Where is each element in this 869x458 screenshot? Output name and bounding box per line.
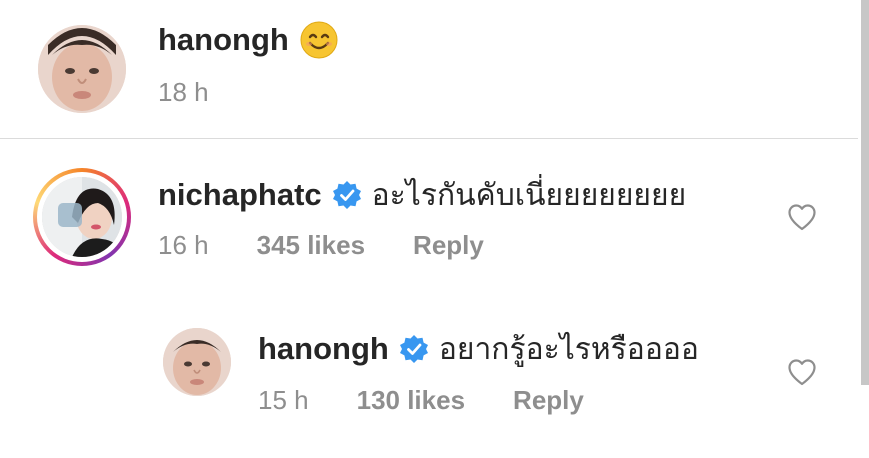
verified-badge-icon [332, 180, 362, 210]
reply-button[interactable]: Reply [413, 230, 484, 261]
username[interactable]: nichaphatc [158, 177, 322, 213]
divider [0, 138, 858, 139]
comment-2-header: nichaphatc อะไรกันคับเนี่ยยยยยยยย [158, 174, 686, 216]
timestamp: 16 h [158, 230, 209, 260]
comments-screen: hanongh 18 h nichaphatc อะไรกันคับเนี่ยย… [0, 0, 869, 458]
comment-text: อยากรู้อะไรหรืออออ [438, 332, 699, 366]
likes-count[interactable]: 130 likes [357, 385, 465, 416]
avatar-hanongh[interactable] [163, 328, 231, 396]
avatar-hanongh[interactable] [38, 25, 126, 113]
avatar-nichaphatc[interactable] [42, 177, 122, 257]
heart-icon[interactable] [787, 203, 817, 231]
comment-1-header: hanongh [158, 20, 339, 60]
scrollbar[interactable] [861, 0, 869, 385]
timestamp: 18 h [158, 77, 209, 107]
comment-text: อะไรกันคับเนี่ยยยยยยยย [371, 178, 687, 212]
reply-button[interactable]: Reply [513, 385, 584, 416]
smiling-face-emoji [299, 20, 339, 60]
comment-3-header: hanongh อยากรู้อะไรหรืออออ [258, 328, 699, 370]
heart-icon[interactable] [787, 358, 817, 386]
username[interactable]: hanongh [158, 22, 289, 58]
verified-badge-icon [399, 334, 429, 364]
comment-1-meta: 18 h [158, 77, 209, 108]
likes-count[interactable]: 345 likes [257, 230, 365, 261]
timestamp: 15 h [258, 385, 309, 415]
comment-2-meta: 16 h 345 likes Reply [158, 230, 484, 261]
comment-3-meta: 15 h 130 likes Reply [258, 385, 584, 416]
username[interactable]: hanongh [258, 331, 389, 367]
